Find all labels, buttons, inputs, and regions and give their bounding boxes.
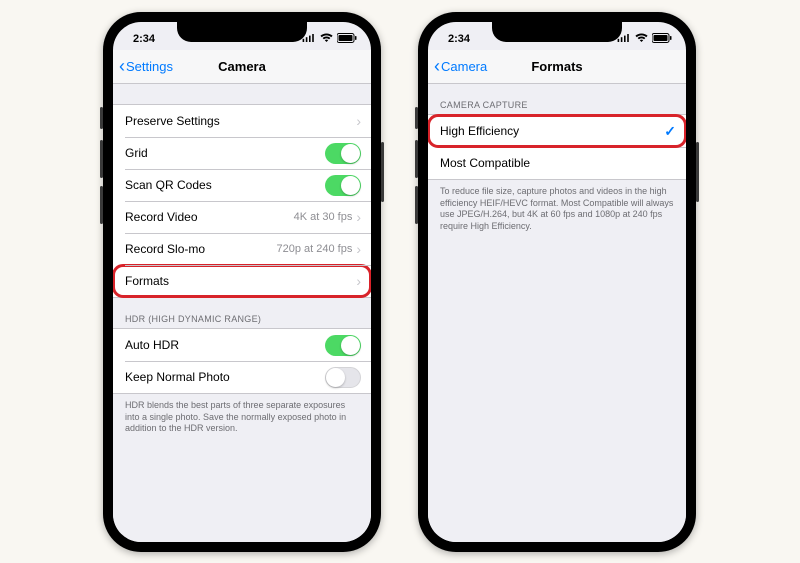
wifi-icon [320, 33, 333, 46]
chevron-right-icon: › [356, 273, 361, 289]
chevron-left-icon: ‹ [119, 56, 125, 77]
status-time: 2:34 [133, 33, 155, 45]
toggle-scan-qr[interactable] [325, 175, 361, 196]
row-detail: 720p at 240 fps [276, 243, 352, 255]
row-formats[interactable]: Formats › [113, 265, 371, 297]
row-record-video[interactable]: Record Video 4K at 30 fps › [113, 201, 371, 233]
chevron-right-icon: › [356, 113, 361, 129]
battery-icon [337, 33, 357, 46]
section-header-camera-capture: CAMERA CAPTURE [428, 84, 686, 114]
nav-title: Formats [531, 59, 582, 74]
nav-bar: ‹ Camera Formats [428, 50, 686, 84]
section-header-hdr: HDR (HIGH DYNAMIC RANGE) [113, 298, 371, 328]
notch [492, 22, 622, 42]
toggle-auto-hdr[interactable] [325, 335, 361, 356]
row-label: Scan QR Codes [125, 178, 325, 192]
nav-title: Camera [218, 59, 266, 74]
phone-left: 2:34 ‹ Settings Camera Preserve Settings… [103, 12, 381, 552]
section-footer-hdr: HDR blends the best parts of three separ… [113, 394, 371, 439]
checkmark-icon: ✓ [664, 123, 676, 140]
row-label: Record Video [125, 210, 294, 224]
row-preserve-settings[interactable]: Preserve Settings › [113, 105, 371, 137]
row-label: Formats [125, 274, 356, 288]
row-label: Auto HDR [125, 338, 325, 352]
toggle-keep-normal[interactable] [325, 367, 361, 388]
chevron-right-icon: › [356, 241, 361, 257]
wifi-icon [635, 33, 648, 46]
row-auto-hdr[interactable]: Auto HDR [113, 329, 371, 361]
chevron-left-icon: ‹ [434, 56, 440, 77]
back-button[interactable]: ‹ Camera [434, 56, 487, 77]
toggle-grid[interactable] [325, 143, 361, 164]
settings-content: Preserve Settings › Grid Scan QR Codes R… [113, 84, 371, 542]
row-label: Preserve Settings [125, 114, 356, 128]
row-label: Grid [125, 146, 325, 160]
chevron-right-icon: › [356, 209, 361, 225]
back-button[interactable]: ‹ Settings [119, 56, 173, 77]
row-label: Record Slo-mo [125, 242, 276, 256]
back-label: Camera [441, 59, 487, 74]
back-label: Settings [126, 59, 173, 74]
nav-bar: ‹ Settings Camera [113, 50, 371, 84]
section-footer-capture: To reduce file size, capture photos and … [428, 180, 686, 237]
row-label: High Efficiency [440, 124, 664, 138]
phone-right: 2:34 ‹ Camera Formats CAMERA CAPTURE Hig… [418, 12, 696, 552]
notch [177, 22, 307, 42]
row-label: Keep Normal Photo [125, 370, 325, 384]
row-scan-qr[interactable]: Scan QR Codes [113, 169, 371, 201]
row-high-efficiency[interactable]: High Efficiency ✓ [428, 115, 686, 147]
row-keep-normal-photo[interactable]: Keep Normal Photo [113, 361, 371, 393]
row-detail: 4K at 30 fps [294, 211, 353, 223]
row-record-slomo[interactable]: Record Slo-mo 720p at 240 fps › [113, 233, 371, 265]
formats-content: CAMERA CAPTURE High Efficiency ✓ Most Co… [428, 84, 686, 542]
row-label: Most Compatible [440, 156, 676, 170]
row-grid[interactable]: Grid [113, 137, 371, 169]
battery-icon [652, 33, 672, 46]
row-most-compatible[interactable]: Most Compatible [428, 147, 686, 179]
status-time: 2:34 [448, 33, 470, 45]
